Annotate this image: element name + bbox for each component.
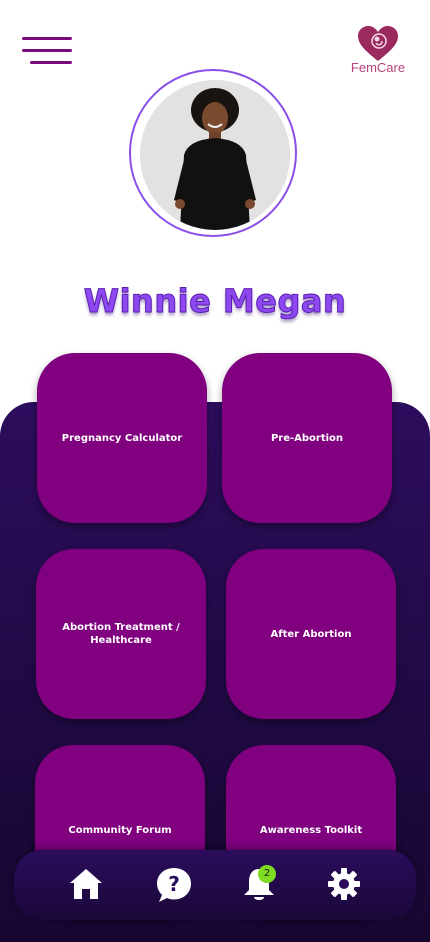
bottom-nav: ?	[14, 850, 416, 920]
profile-photo	[140, 80, 290, 230]
hamburger-menu-icon	[22, 37, 72, 40]
tile-label: Pre-Abortion	[270, 432, 344, 444]
nav-help[interactable]: ?	[155, 866, 195, 906]
user-name: Winnie Megan	[83, 282, 347, 321]
logo-text: FemCare	[350, 60, 406, 75]
app-logo: FemCare	[348, 26, 408, 78]
notification-badge: 2	[258, 865, 276, 883]
tile-label: Pregnancy Calculator	[61, 432, 183, 444]
nav-home[interactable]	[68, 866, 108, 906]
tile-after-abortion[interactable]: After Abortion	[226, 549, 396, 719]
settings-icon	[328, 868, 360, 900]
tile-label: Abortion Treatment / Healthcare	[62, 622, 180, 646]
tile-pregnancy-calculator[interactable]: Pregnancy Calculator	[37, 353, 207, 523]
svg-text:?: ?	[168, 872, 180, 896]
tile-label: Community Forum	[68, 824, 172, 836]
tile-label: After Abortion	[270, 628, 352, 640]
tile-abortion-treatment[interactable]: Abortion Treatment / Healthcare	[36, 549, 206, 719]
home-icon	[70, 869, 102, 899]
menu-button[interactable]	[22, 36, 74, 66]
avatar[interactable]	[140, 80, 290, 230]
tile-label: Awareness Toolkit	[259, 824, 363, 836]
heart-fetus-icon	[358, 26, 398, 61]
help-icon: ?	[157, 868, 191, 902]
nav-settings[interactable]	[326, 866, 366, 906]
tile-pre-abortion[interactable]: Pre-Abortion	[222, 353, 392, 523]
